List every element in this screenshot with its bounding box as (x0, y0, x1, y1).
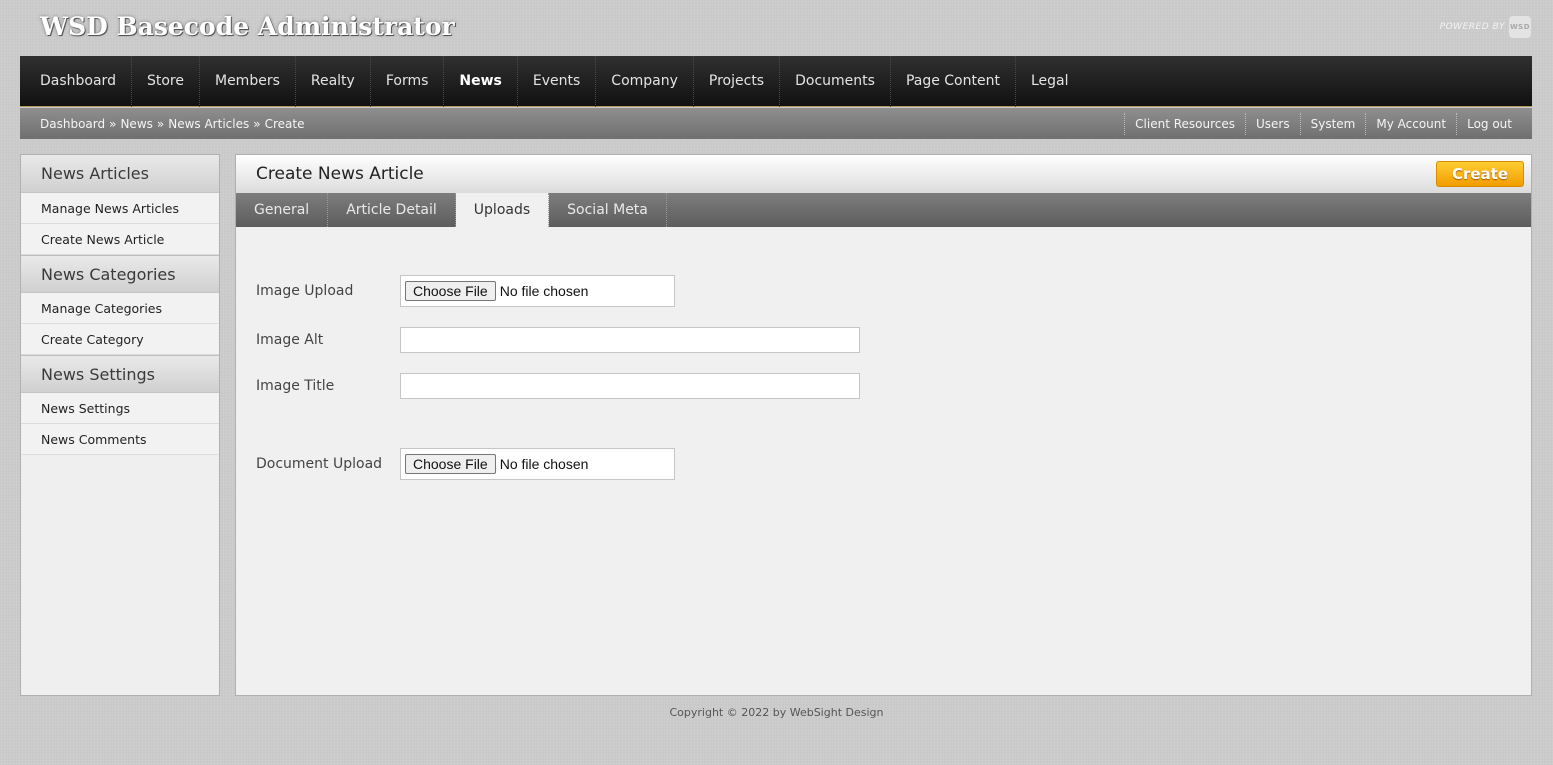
image-alt-input[interactable] (400, 327, 860, 353)
sidebar: News Articles Manage News Articles Creat… (20, 154, 220, 696)
nav-item-projects[interactable]: Projects (694, 55, 781, 107)
utility-nav: Client Resources Users System My Account… (1124, 112, 1512, 135)
nav-item-dashboard[interactable]: Dashboard (25, 55, 132, 107)
breadcrumb-dashboard[interactable]: Dashboard (40, 117, 105, 131)
breadcrumb-separator: » (109, 116, 117, 131)
nav-item-members[interactable]: Members (200, 55, 296, 107)
breadcrumb-separator: » (156, 116, 165, 131)
content-header: Create News Article Create (236, 155, 1531, 193)
tab-bar: General Article Detail Uploads Social Me… (236, 193, 1531, 227)
util-system[interactable]: System (1299, 112, 1366, 135)
image-title-row: Image Title (256, 373, 860, 399)
image-upload-row: Image Upload Choose File No file chosen (256, 275, 675, 307)
powered-by: POWERED BY WSD (1440, 16, 1531, 38)
nav-item-news[interactable]: News (444, 55, 518, 107)
breadcrumb-separator: » (253, 116, 261, 131)
nav-item-store[interactable]: Store (132, 55, 200, 107)
sidebar-item-news-comments[interactable]: News Comments (21, 424, 219, 455)
document-upload-label: Document Upload (256, 456, 383, 472)
sidebar-item-create-category[interactable]: Create Category (21, 324, 219, 355)
image-title-label: Image Title (256, 378, 335, 394)
nav-item-realty[interactable]: Realty (296, 55, 371, 107)
sidebar-item-manage-news-articles[interactable]: Manage News Articles (21, 193, 219, 224)
site-title: WSD Basecode Administrator (40, 12, 455, 41)
sidebar-heading-news-articles: News Articles (21, 155, 219, 193)
main-nav: Dashboard Store Members Realty Forms New… (20, 55, 1532, 107)
image-title-input[interactable] (400, 373, 860, 399)
nav-item-legal[interactable]: Legal (1016, 56, 1084, 107)
image-upload-label: Image Upload (256, 283, 354, 299)
util-my-account[interactable]: My Account (1365, 112, 1456, 135)
nav-item-documents[interactable]: Documents (780, 55, 891, 107)
powered-by-label: POWERED BY (1439, 22, 1505, 32)
breadcrumb: Dashboard » News » News Articles » Creat… (40, 117, 304, 131)
tab-social-meta[interactable]: Social Meta (549, 193, 667, 227)
sidebar-heading-news-settings: News Settings (21, 355, 219, 393)
image-alt-label: Image Alt (256, 332, 324, 348)
breadcrumb-create: Create (264, 116, 305, 131)
document-upload-row: Document Upload Choose File No file chos… (256, 448, 675, 480)
util-client-resources[interactable]: Client Resources (1124, 112, 1245, 135)
image-upload-input[interactable]: Choose File No file chosen (400, 275, 675, 307)
breadcrumb-news-articles[interactable]: News Articles (168, 117, 249, 131)
page-title: Create News Article (256, 164, 424, 184)
util-users[interactable]: Users (1245, 112, 1300, 135)
tab-general[interactable]: General (236, 193, 329, 227)
sidebar-item-manage-categories[interactable]: Manage Categories (21, 293, 219, 324)
document-choose-file-button[interactable]: Choose File (405, 454, 496, 474)
tab-article-detail[interactable]: Article Detail (328, 193, 456, 227)
util-log-out[interactable]: Log out (1456, 112, 1512, 135)
image-choose-file-button[interactable]: Choose File (405, 281, 496, 301)
sidebar-heading-news-categories: News Categories (21, 255, 219, 293)
image-file-status: No file chosen (499, 283, 589, 299)
nav-item-events[interactable]: Events (518, 55, 597, 107)
content-panel: Create News Article Create General Artic… (235, 154, 1532, 696)
image-alt-row: Image Alt (256, 327, 860, 353)
wsd-logo-icon: WSD (1509, 16, 1531, 38)
nav-item-page-content[interactable]: Page Content (891, 55, 1016, 107)
document-file-status: No file chosen (499, 456, 589, 472)
footer-copyright: Copyright © 2022 by WebSight Design (669, 706, 884, 719)
create-button[interactable]: Create (1436, 161, 1524, 187)
sub-bar: Dashboard » News » News Articles » Creat… (20, 108, 1532, 139)
nav-item-company[interactable]: Company (596, 55, 694, 107)
breadcrumb-news[interactable]: News (120, 117, 152, 131)
tab-uploads[interactable]: Uploads (455, 193, 550, 227)
sidebar-item-create-news-article[interactable]: Create News Article (21, 224, 219, 255)
document-upload-input[interactable]: Choose File No file chosen (400, 448, 675, 480)
nav-item-forms[interactable]: Forms (371, 55, 445, 107)
sidebar-item-news-settings[interactable]: News Settings (21, 393, 219, 424)
